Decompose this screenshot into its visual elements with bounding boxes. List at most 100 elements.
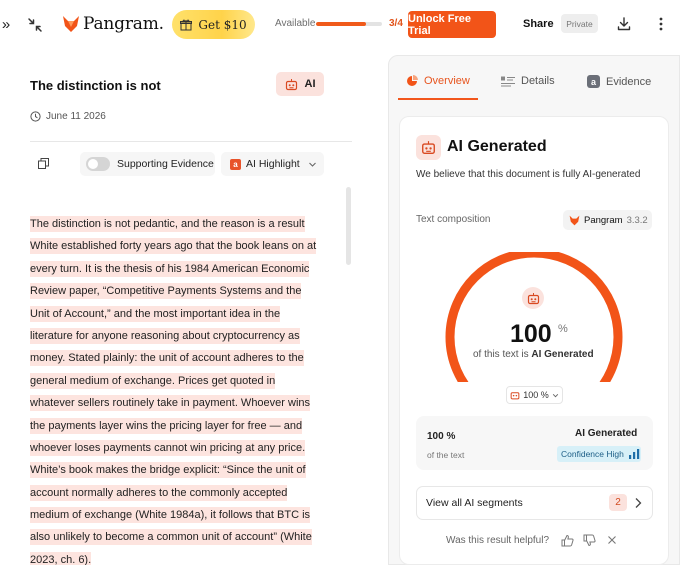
- ai-highlighted-text[interactable]: whatever sellers routinely take in payme…: [30, 395, 311, 412]
- clock-icon: [30, 111, 41, 122]
- ai-highlight-dropdown[interactable]: a AI Highlight: [221, 152, 324, 176]
- ai-highlighted-text[interactable]: Unit of Account,” and the most important…: [30, 305, 281, 322]
- active-tab-indicator: [398, 98, 478, 100]
- gift-icon: [180, 19, 193, 30]
- document-line: Review paper, “Competitive Payments Syst…: [30, 280, 334, 302]
- document-title: The distinction is not: [30, 78, 161, 93]
- ai-highlighted-text[interactable]: whoever loses payments cannot win pricin…: [30, 439, 306, 456]
- model-version: 3.3.2: [626, 214, 648, 226]
- chevron-down-icon: [552, 393, 558, 397]
- document-line: medium of exchange (White 1984a), it fol…: [30, 504, 334, 526]
- double-chevron-right-icon[interactable]: »: [0, 16, 12, 33]
- document-line: White established forty years ago that t…: [30, 235, 334, 257]
- ai-highlighted-text[interactable]: Review paper, “Competitive Payments Syst…: [30, 283, 302, 300]
- document-line: whatever sellers routinely take in payme…: [30, 392, 334, 414]
- segments-count-badge: 2: [609, 494, 627, 511]
- document-line: Unit of Account,” and the most important…: [30, 303, 334, 325]
- document-line: money. Stated plainly: the unit of accou…: [30, 347, 334, 369]
- toggle-switch[interactable]: [86, 157, 110, 171]
- thumbs-down-icon[interactable]: [583, 534, 596, 547]
- document-line: 2023, ch. 6).: [30, 549, 334, 565]
- document-date: June 11 2026: [30, 111, 106, 122]
- ai-badge[interactable]: AI: [276, 72, 324, 96]
- helpful-question: Was this result helpful?: [446, 535, 550, 546]
- text-composition-label: Text composition: [416, 214, 491, 225]
- ai-highlighted-text[interactable]: literature for anyone reasoning about cr…: [30, 327, 300, 344]
- gauge-label: of this text is AI Generated: [473, 349, 594, 360]
- ai-highlighted-text[interactable]: general medium of exchange. Prices get q…: [30, 372, 276, 389]
- ai-highlighted-text[interactable]: White established forty years ago that t…: [30, 238, 317, 255]
- fox-logo-icon: [569, 215, 580, 225]
- gauge-value: 100: [510, 320, 552, 348]
- share-button[interactable]: Share: [523, 18, 554, 30]
- model-version-badge: Pangram 3.3.2: [563, 210, 652, 230]
- model-name: Pangram: [584, 214, 623, 226]
- percent-dropdown-value: 100 %: [523, 390, 549, 400]
- ai-highlighted-text[interactable]: White’s book makes the bridge explicit: …: [30, 462, 306, 479]
- gauge-unit: %: [558, 323, 568, 335]
- tab-overview[interactable]: Overview: [406, 75, 470, 87]
- ai-highlighted-text[interactable]: money. Stated plainly: the unit of accou…: [30, 350, 304, 367]
- thumbs-up-icon[interactable]: [561, 534, 574, 547]
- date-text: June 11 2026: [46, 111, 106, 122]
- confidence-label: Confidence High: [561, 449, 624, 459]
- gauge-arc: [445, 252, 623, 382]
- get-credit-button[interactable]: Get $10: [172, 10, 255, 39]
- download-icon[interactable]: [617, 17, 631, 31]
- stat-of-text: of the text: [427, 450, 465, 460]
- tab-details[interactable]: Details: [501, 75, 555, 87]
- chevron-down-icon: [308, 162, 316, 167]
- robot-icon: [416, 135, 441, 160]
- pangram-logo[interactable]: Pangram.: [62, 14, 164, 34]
- document-body: The distinction is not pedantic, and the…: [30, 213, 334, 565]
- ai-highlighted-text[interactable]: The distinction is not pedantic, and the…: [30, 216, 305, 232]
- tab-evidence-label: Evidence: [606, 75, 652, 88]
- document-line: the payments layer wins the pricing laye…: [30, 415, 334, 437]
- collapse-arrows-icon[interactable]: [27, 17, 43, 33]
- segments-label: View all AI segments: [426, 497, 523, 509]
- tab-overview-label: Overview: [424, 75, 470, 87]
- document-line: account normally adheres to the commonly…: [30, 482, 334, 504]
- supporting-evidence-label: Supporting Evidence: [117, 158, 214, 170]
- document-line: whoever loses payments cannot win pricin…: [30, 437, 334, 459]
- usage-progress-fill: [316, 22, 366, 26]
- ai-highlighted-text[interactable]: the payments layer wins the pricing laye…: [30, 417, 303, 434]
- copy-icon[interactable]: [38, 158, 49, 169]
- ai-highlight-label: AI Highlight: [246, 158, 300, 170]
- document-line: literature for anyone reasoning about cr…: [30, 325, 334, 347]
- tab-evidence[interactable]: a Evidence: [587, 75, 651, 88]
- ai-highlighted-text[interactable]: every turn. It is the thesis of his 1984…: [30, 260, 310, 277]
- document-line: The distinction is not pedantic, and the…: [30, 213, 334, 235]
- kebab-icon[interactable]: [657, 16, 665, 32]
- robot-icon: [285, 78, 297, 90]
- get-credit-label: Get $10: [198, 17, 247, 32]
- gauge-robot-icon: [522, 287, 544, 309]
- private-badge[interactable]: Private: [561, 14, 598, 33]
- supporting-evidence-toggle[interactable]: Supporting Evidence: [80, 152, 215, 176]
- details-list-icon: [501, 76, 515, 87]
- robot-icon: [510, 392, 520, 400]
- top-bar: » Pangram. Get $10 Available 3/4 Unlock …: [0, 0, 680, 50]
- ai-highlighted-text[interactable]: medium of exchange (White 1984a), it fol…: [30, 507, 311, 524]
- ai-highlighted-text[interactable]: also unlikely to become a common unit of…: [30, 529, 312, 546]
- scrollbar-thumb[interactable]: [346, 187, 351, 265]
- gauge-label-strong: AI Generated: [531, 349, 594, 360]
- document-line: general medium of exchange. Prices get q…: [30, 370, 334, 392]
- stat-category: AI Generated: [575, 428, 638, 439]
- close-icon[interactable]: [607, 535, 617, 545]
- fox-logo-icon: [63, 16, 79, 32]
- unlock-free-trial-button[interactable]: Unlock Free Trial: [408, 11, 496, 38]
- result-subheading: We believe that this document is fully A…: [416, 169, 641, 180]
- stat-percent: 100 %: [427, 431, 456, 442]
- chevron-right-icon[interactable]: [634, 497, 642, 509]
- usage-count: 3/4: [389, 18, 403, 29]
- overview-icon: [407, 75, 418, 86]
- document-line: White’s book makes the bridge explicit: …: [30, 459, 334, 481]
- ai-highlighted-text[interactable]: account normally adheres to the commonly…: [30, 484, 288, 501]
- available-label: Available: [275, 18, 316, 29]
- signal-bars-icon: [628, 449, 640, 459]
- divider: [30, 141, 352, 142]
- ai-highlighted-text[interactable]: 2023, ch. 6).: [30, 551, 92, 565]
- evidence-a-icon: a: [587, 75, 600, 88]
- percent-dropdown[interactable]: 100 %: [506, 386, 563, 404]
